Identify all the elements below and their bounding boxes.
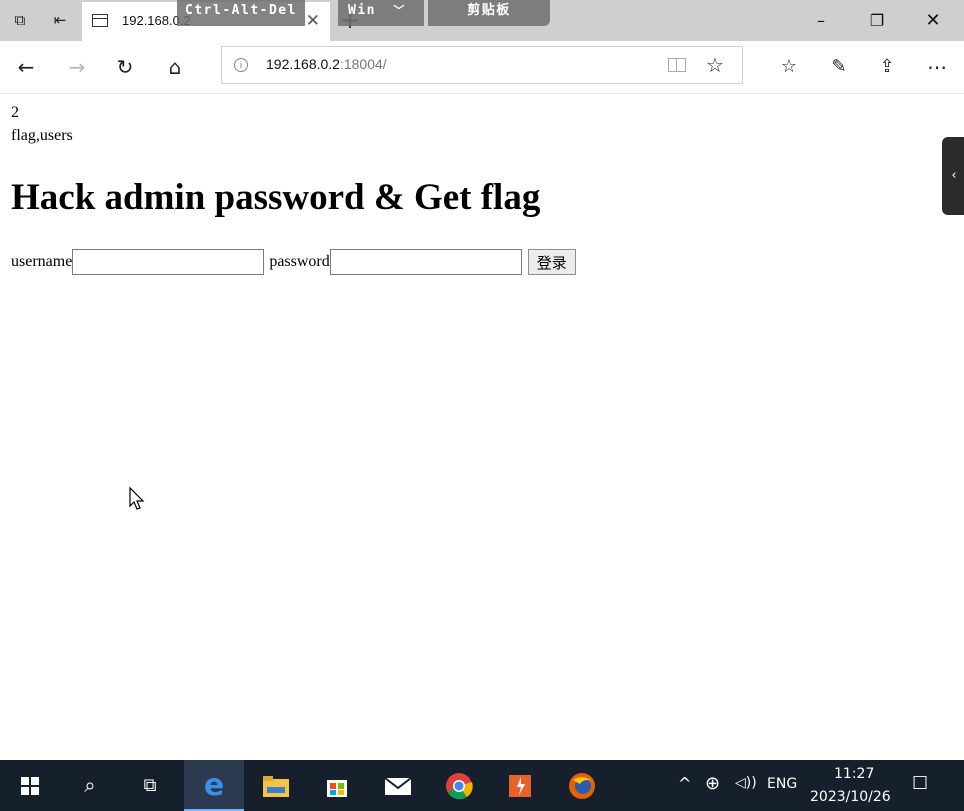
pen-icon[interactable]: ✎ <box>825 53 853 81</box>
task-view-icon[interactable]: ⧉ <box>120 760 180 811</box>
login-form: username password 登录 <box>11 249 576 275</box>
firefox-icon[interactable] <box>552 760 612 811</box>
chevron-down-icon: ﹀ <box>393 4 406 17</box>
more-icon[interactable]: ⋯ <box>923 53 951 81</box>
volume-icon[interactable]: ◁)) <box>735 775 757 791</box>
language-indicator[interactable]: ENG <box>767 776 797 792</box>
taskbar: ⌕ ⧉ e ^ ⊕ ◁)) ENG 11:27 2023/10/26 ☐ <box>0 760 964 811</box>
win-button[interactable]: Win ﹀ <box>338 0 424 26</box>
navigation-bar: ← → ↻ ⌂ i 192.168.0.2:18004/ ☆ ☆ ✎ ⇪ ⋯ <box>0 41 964 94</box>
edge-icon[interactable]: e <box>184 760 244 811</box>
back-tabs-icon[interactable]: ⇤ <box>50 10 70 30</box>
home-icon[interactable]: ⌂ <box>161 53 189 81</box>
page-icon <box>92 14 108 27</box>
refresh-icon[interactable]: ↻ <box>111 53 139 81</box>
win-label: Win <box>348 3 376 18</box>
page-content: 2 flag,users Hack admin password & Get f… <box>0 94 940 760</box>
tabs-aside-icon[interactable]: ⧉ <box>10 10 30 30</box>
close-icon[interactable]: ✕ <box>306 11 320 31</box>
minimize-icon[interactable]: – <box>798 8 844 34</box>
search-icon[interactable]: ⌕ <box>60 760 120 811</box>
clock-time[interactable]: 11:27 <box>834 766 874 782</box>
username-input[interactable] <box>72 249 265 275</box>
restore-icon[interactable]: ❐ <box>854 8 900 34</box>
url-text[interactable]: 192.168.0.2:18004/ <box>266 56 387 72</box>
page-title: Hack admin password & Get flag <box>11 177 541 218</box>
forward-arrow-icon: → <box>68 55 86 79</box>
chevron-up-icon[interactable]: ^ <box>678 774 691 793</box>
back-arrow-icon[interactable]: ← <box>12 53 40 81</box>
side-panel-handle[interactable]: ‹ <box>942 137 964 215</box>
store-icon[interactable] <box>307 760 367 811</box>
login-button[interactable]: 登录 <box>527 249 576 275</box>
username-label: username <box>11 253 73 270</box>
notification-icon[interactable]: ☐ <box>912 773 928 794</box>
info-icon[interactable]: i <box>234 58 248 72</box>
address-bar[interactable]: i 192.168.0.2:18004/ ☆ <box>221 46 743 84</box>
favorite-star-icon[interactable]: ☆ <box>706 53 724 77</box>
mail-icon[interactable] <box>368 760 428 811</box>
mouse-cursor-icon <box>129 486 145 510</box>
password-input[interactable] <box>329 249 522 275</box>
network-icon[interactable]: ⊕ <box>705 773 720 794</box>
chrome-icon[interactable] <box>429 760 489 811</box>
file-explorer-icon[interactable] <box>246 760 306 811</box>
clipboard-button[interactable]: 剪贴板 <box>428 0 550 26</box>
clock-date[interactable]: 2023/10/26 <box>810 789 891 805</box>
result-count: 2 <box>11 104 19 121</box>
share-icon[interactable]: ⇪ <box>873 53 901 81</box>
windows-start-icon[interactable] <box>0 760 60 811</box>
favorites-list-icon[interactable]: ☆ <box>775 53 803 81</box>
close-window-icon[interactable]: ✕ <box>910 8 956 34</box>
ctrl-alt-del-button[interactable]: Ctrl-Alt-Del <box>177 0 305 26</box>
password-label: password <box>269 253 330 270</box>
app-icon[interactable] <box>490 760 550 811</box>
reading-view-icon[interactable] <box>668 58 686 72</box>
table-names: flag,users <box>11 127 73 144</box>
